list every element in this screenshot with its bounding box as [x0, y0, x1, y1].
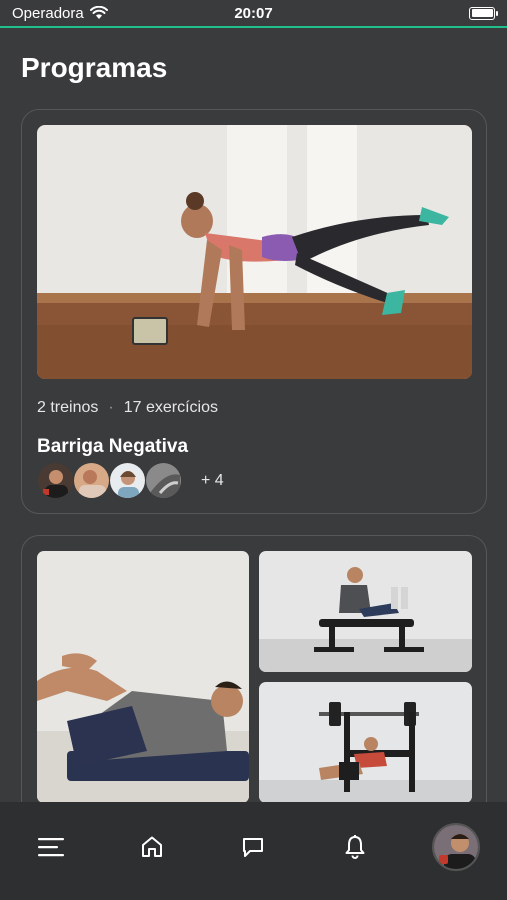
clock: 20:07: [234, 4, 273, 22]
program-card[interactable]: [21, 535, 487, 835]
program-cover-image: [259, 551, 472, 672]
program-cover-image: [37, 125, 472, 379]
tab-home[interactable]: [127, 822, 177, 872]
battery-icon: [469, 6, 498, 20]
member-avatar: [145, 462, 182, 499]
tab-profile[interactable]: [431, 822, 481, 872]
bell-icon: [343, 834, 367, 860]
wifi-icon: [89, 6, 108, 20]
accent-divider: [0, 26, 507, 28]
chat-icon: [241, 835, 265, 859]
tab-messages[interactable]: [228, 822, 278, 872]
tab-menu[interactable]: [26, 822, 76, 872]
page-title: Programas: [21, 52, 168, 83]
profile-avatar: [432, 823, 481, 871]
member-avatar: [37, 462, 74, 499]
program-card[interactable]: 2 treinos · 17 exercícios Barriga Negati…: [21, 109, 487, 514]
program-cover-image: [259, 682, 472, 803]
workouts-count: 2 treinos: [37, 399, 99, 416]
program-name: Barriga Negativa: [37, 436, 189, 457]
tab-notifications[interactable]: [330, 822, 380, 872]
extra-members-count: + 4: [201, 471, 224, 489]
menu-icon: [37, 836, 65, 858]
program-meta: 2 treinos · 17 exercícios: [37, 399, 218, 417]
status-left: Operadora: [12, 5, 108, 22]
member-avatar: [73, 462, 110, 499]
tab-bar: [0, 802, 507, 900]
meta-separator: ·: [108, 399, 114, 416]
exercises-count: 17 exercícios: [123, 399, 218, 416]
member-avatar: [109, 462, 146, 499]
program-cover-image: [37, 551, 249, 803]
app-screen: Operadora 20:07 Programas 2 treinos · 17…: [0, 0, 507, 900]
member-avatars[interactable]: + 4: [37, 462, 224, 499]
status-bar: Operadora 20:07: [0, 0, 507, 26]
carrier-label: Operadora: [12, 4, 84, 22]
home-icon: [140, 835, 164, 859]
